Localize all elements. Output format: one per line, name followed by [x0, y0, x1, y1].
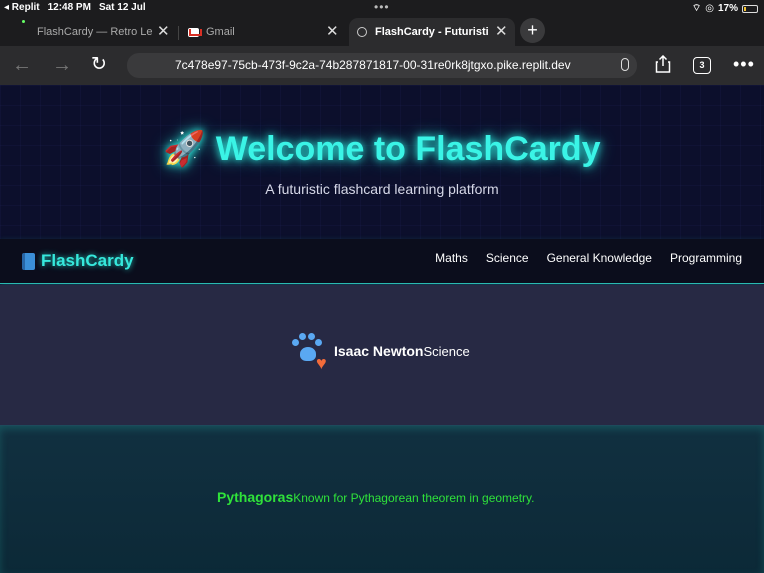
nav-link-maths[interactable]: Maths	[435, 251, 468, 265]
status-date: Sat 12 Jul	[98, 2, 146, 13]
tab-flashcardy-futuristic[interactable]: FlashCardy - Futuristic ✕	[349, 18, 515, 46]
flashcard-name: Pythagoras	[217, 489, 294, 505]
hero-subtitle: A futuristic flashcard learning platform	[265, 181, 499, 197]
book-icon	[22, 252, 35, 270]
multitasking-dots-icon[interactable]: •••	[374, 0, 390, 14]
tab-gmail[interactable]: Gmail ✕	[188, 18, 348, 46]
new-tab-button[interactable]: +	[520, 18, 545, 43]
url-text: 7c478e97-75cb-473f-9c2a-74b287871817-00-…	[175, 58, 571, 72]
microphone-icon[interactable]	[621, 58, 629, 71]
battery-percent: 17%	[717, 3, 738, 14]
battery-level-fill	[744, 6, 746, 11]
hero-title-text: Welcome to FlashCardy	[215, 130, 601, 168]
status-bar: ◂ Replit 12:48 PM Sat 12 Jul ••• ⌔ ◎ 17%	[0, 0, 764, 16]
flashcard-category: Science	[423, 343, 470, 359]
more-options-icon[interactable]: •••	[733, 54, 755, 75]
nav-link-general-knowledge[interactable]: General Knowledge	[547, 251, 652, 265]
brand-name: FlashCardy	[41, 251, 134, 270]
hero-section: 🚀 Welcome to FlashCardy A futuristic flas…	[0, 85, 764, 239]
wifi-icon: ⌔	[691, 3, 702, 14]
hero-title: 🚀 Welcome to FlashCardy	[0, 129, 764, 169]
tab-overview-button[interactable]: 3	[693, 57, 711, 74]
address-bar[interactable]: 7c478e97-75cb-473f-9c2a-74b287871817-00-…	[127, 53, 637, 78]
flashcard-name: Isaac Newton	[334, 343, 424, 359]
share-icon[interactable]	[655, 55, 671, 73]
reload-icon[interactable]: ↻	[91, 53, 107, 76]
flashcard-section-1: ♥ Isaac Newton Science	[0, 285, 764, 425]
flashcard-pythagoras[interactable]: Pythagoras Known for Pythagorean theorem…	[217, 489, 535, 505]
browser-toolbar: ← → ↻ 7c478e97-75cb-473f-9c2a-74b2878718…	[0, 46, 764, 85]
tab-title: Gmail	[206, 26, 235, 38]
forward-arrow-icon[interactable]: →	[52, 54, 72, 77]
tab-flashcardy-retro[interactable]: FlashCardy — Retro Lea ✕	[20, 18, 180, 46]
loading-dot-icon	[22, 20, 25, 23]
gmail-icon	[188, 27, 199, 37]
site-navbar: FlashCardy Maths Science General Knowled…	[0, 239, 764, 284]
status-time: 12:48 PM	[47, 2, 91, 13]
tab-title: FlashCardy — Retro Lea	[37, 26, 153, 38]
tab-title: FlashCardy - Futuristic	[375, 26, 489, 38]
paw-heart-icon: ♥	[292, 333, 334, 373]
tab-divider	[178, 26, 179, 40]
focus-icon: ◎	[705, 3, 714, 14]
battery-icon	[742, 4, 758, 13]
flashcard-description: Known for Pythagorean theorem in geometr…	[293, 491, 535, 505]
nav-link-programming[interactable]: Programming	[670, 251, 742, 265]
flashcard-isaac-newton[interactable]: ♥ Isaac Newton Science	[292, 333, 470, 373]
close-tab-icon[interactable]: ✕	[495, 22, 508, 40]
globe-icon	[357, 27, 367, 37]
back-to-app-link[interactable]: ◂ Replit	[4, 2, 40, 13]
tab-bar: FlashCardy — Retro Lea ✕ Gmail ✕ FlashCa…	[0, 16, 764, 46]
brand-logo[interactable]: FlashCardy	[22, 251, 134, 271]
flashcard-section-2: Pythagoras Known for Pythagorean theorem…	[0, 425, 764, 573]
nav-link-science[interactable]: Science	[486, 251, 529, 265]
rocket-icon: 🚀	[163, 130, 206, 168]
close-tab-icon[interactable]: ✕	[326, 22, 339, 40]
close-tab-icon[interactable]: ✕	[157, 22, 170, 40]
back-arrow-icon[interactable]: ←	[12, 54, 32, 77]
